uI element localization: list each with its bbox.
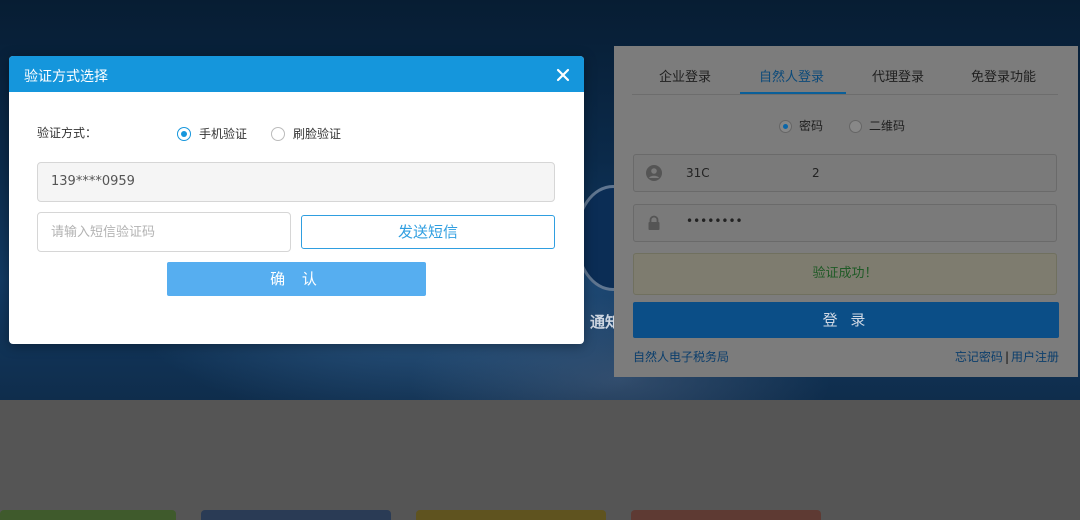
tab-agent-login[interactable]: 代理登录: [872, 66, 924, 85]
option-phone-verification[interactable]: 手机验证: [177, 125, 247, 142]
option-face-label: 刷脸验证: [293, 127, 342, 141]
login-type-qrcode-label: 二维码: [869, 119, 906, 133]
send-sms-button[interactable]: 发送短信: [301, 215, 555, 249]
register-link[interactable]: 用户注册: [1011, 350, 1059, 364]
radio-checked-icon: [779, 120, 792, 133]
radio-unchecked-icon: [271, 127, 285, 141]
close-icon[interactable]: [556, 68, 570, 82]
modal-header: 验证方式选择: [9, 56, 584, 92]
verification-status: 验证成功！: [633, 253, 1057, 295]
lower-section: [0, 400, 1080, 520]
password-mask: ••••••••: [686, 214, 743, 228]
account-links: 忘记密码 | 用户注册: [955, 348, 1059, 365]
radio-checked-icon: [177, 127, 191, 141]
login-button[interactable]: 登 录: [633, 302, 1059, 338]
verification-method-label: 验证方式：: [37, 126, 98, 140]
service-tile-green[interactable]: [0, 510, 176, 520]
login-type-qrcode[interactable]: 二维码: [849, 117, 905, 134]
link-separator: |: [1004, 350, 1009, 364]
lock-icon: [648, 215, 660, 230]
tab-login-free[interactable]: 免登录功能: [971, 66, 1036, 85]
login-tabs: 企业登录 自然人登录 代理登录 免登录功能: [632, 58, 1058, 95]
login-panel: 企业登录 自然人登录 代理登录 免登录功能 密码 二维码 31C 2 •••••…: [614, 46, 1078, 377]
login-type-password-label: 密码: [799, 119, 824, 133]
phone-number-field: 139****0959: [37, 162, 555, 202]
tab-natural-person-login[interactable]: 自然人登录: [759, 66, 824, 85]
tax-bureau-link[interactable]: 自然人电子税务局: [633, 348, 729, 365]
sms-code-input[interactable]: [37, 212, 291, 252]
username-value-part1: 31C: [686, 166, 710, 180]
service-tile-yellow[interactable]: [416, 510, 606, 520]
login-type-password[interactable]: 密码: [779, 117, 823, 134]
service-tile-red[interactable]: [631, 510, 821, 520]
modal-title: 验证方式选择: [24, 69, 108, 85]
username-value-part2: 2: [812, 166, 820, 180]
user-icon: [646, 165, 662, 181]
username-field[interactable]: 31C 2: [633, 154, 1057, 192]
radio-unchecked-icon: [849, 120, 862, 133]
tab-active-indicator: [740, 92, 846, 94]
confirm-button[interactable]: 确 认: [167, 262, 426, 296]
option-face-verification[interactable]: 刷脸验证: [271, 125, 341, 142]
password-field[interactable]: ••••••••: [633, 204, 1057, 242]
tab-enterprise-login[interactable]: 企业登录: [659, 66, 711, 85]
forgot-password-link[interactable]: 忘记密码: [955, 350, 1003, 364]
verification-modal: 验证方式选择 验证方式： 手机验证 刷脸验证 139****0959 发送短信 …: [9, 56, 584, 344]
service-tile-blue[interactable]: [201, 510, 391, 520]
option-phone-label: 手机验证: [199, 127, 248, 141]
